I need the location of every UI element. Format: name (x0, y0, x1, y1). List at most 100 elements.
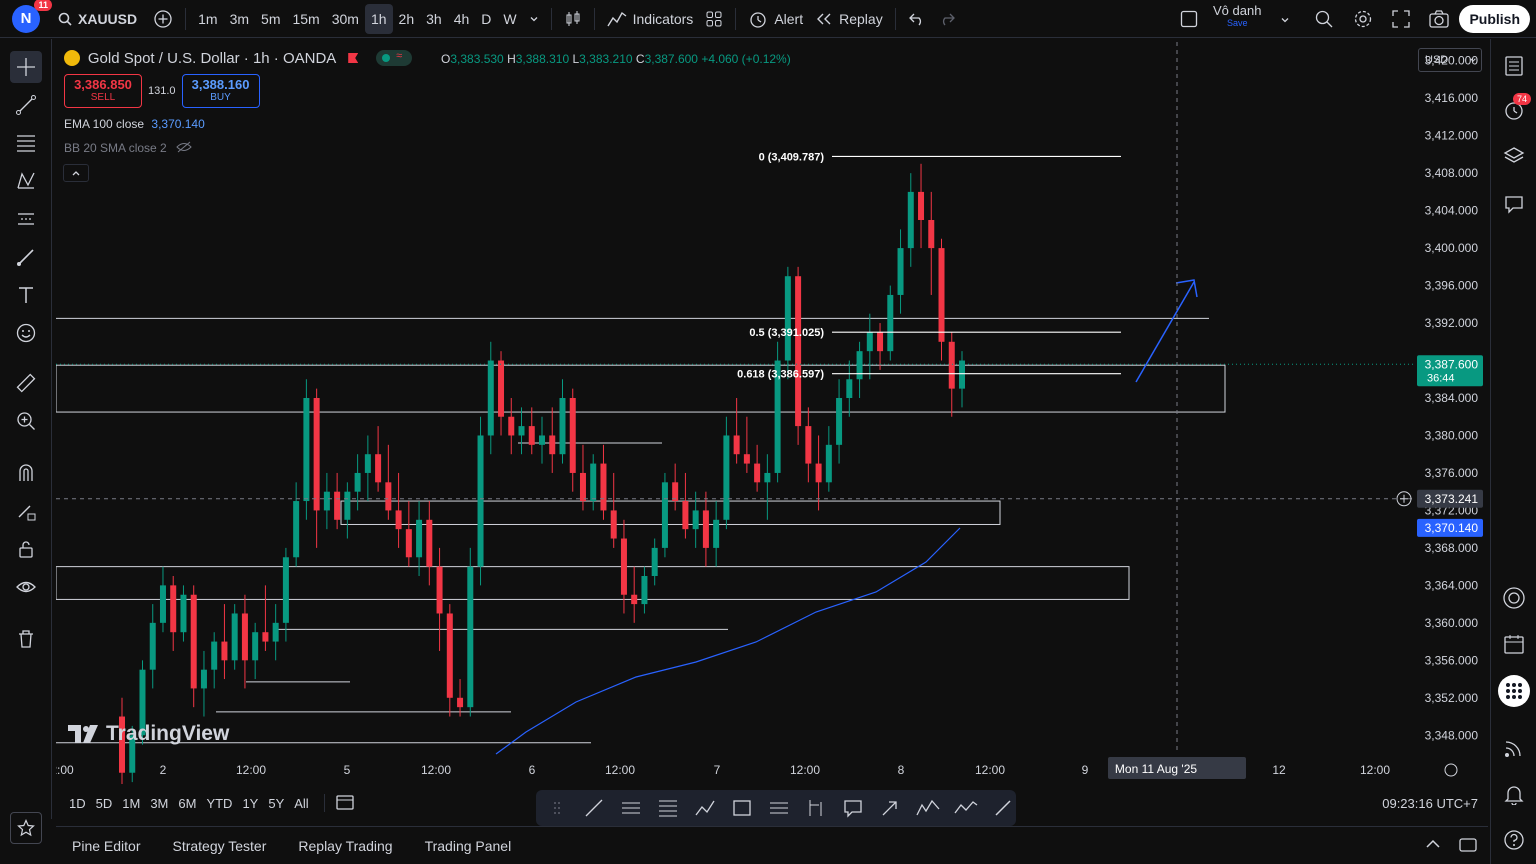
alerts-panel-button[interactable]: 74 (1499, 93, 1532, 125)
fib-tool[interactable] (10, 127, 42, 159)
templates-button[interactable] (699, 4, 729, 34)
date-range-button[interactable] (335, 793, 355, 814)
interval-1m[interactable]: 1m (192, 4, 223, 34)
symbol-title[interactable]: Gold Spot / U.S. Dollar · 1h · OANDA (88, 50, 336, 67)
magnet-tool[interactable] (10, 457, 42, 489)
snapshot-button[interactable] (1428, 9, 1450, 32)
tab-pine-editor[interactable]: Pine Editor (56, 838, 156, 854)
fav-brush[interactable] (991, 795, 1016, 821)
currency-selector[interactable]: USD (1418, 48, 1482, 72)
quick-search-button[interactable] (1314, 9, 1334, 32)
projection-tool[interactable] (10, 203, 42, 235)
buy-button[interactable]: 3,388.160 BUY (181, 74, 260, 108)
interval-dropdown-button[interactable] (523, 4, 545, 34)
fav-callout[interactable] (841, 795, 866, 821)
fav-rectangle[interactable] (729, 795, 754, 821)
interval-4h[interactable]: 4h (448, 4, 476, 34)
interval-1h[interactable]: 1h (364, 3, 393, 34)
text-tool[interactable] (10, 279, 42, 311)
sell-button[interactable]: 3,386.850 SELL (64, 74, 142, 108)
tab-strategy-tester[interactable]: Strategy Tester (156, 838, 282, 854)
crosshair-tool[interactable] (10, 51, 42, 83)
help-button[interactable] (1499, 825, 1529, 855)
price-chart[interactable]: 3,420.0003,416.0003,412.0003,408.0003,40… (56, 42, 1488, 784)
redo-button[interactable] (932, 4, 962, 34)
zoom-tool[interactable] (10, 405, 42, 437)
notifications-button[interactable] (1499, 779, 1529, 809)
eye-hidden-icon[interactable] (176, 141, 192, 153)
range-6m[interactable]: 6M (173, 788, 201, 818)
object-tree-button[interactable] (1499, 141, 1529, 171)
lock-drawings-tool[interactable] (10, 533, 42, 565)
brush-tool[interactable] (10, 241, 42, 273)
replay-button[interactable]: Replay (809, 4, 889, 34)
remove-drawings-tool[interactable] (10, 623, 42, 655)
user-avatar[interactable]: N 11 (12, 0, 52, 33)
streams-button[interactable] (1499, 733, 1529, 763)
range-5y[interactable]: 5Y (263, 788, 289, 818)
interval-3m[interactable]: 3m (224, 4, 255, 34)
fav-path[interactable] (692, 795, 717, 821)
hide-drawings-tool[interactable] (10, 571, 42, 603)
expand-panel-button[interactable] (1424, 837, 1442, 854)
interval-D[interactable]: D (475, 4, 497, 34)
indicators-button[interactable]: Indicators (601, 4, 700, 34)
symbol-search[interactable]: XAUUSD (48, 11, 147, 27)
candle-body (364, 454, 371, 473)
interval-30m[interactable]: 30m (326, 4, 365, 34)
emoji-tool[interactable] (10, 317, 42, 349)
pattern-tool[interactable] (10, 165, 42, 197)
interval-2h[interactable]: 2h (393, 4, 421, 34)
magnifier-icon (1315, 10, 1333, 28)
drag-handle[interactable] (544, 795, 569, 821)
fav-long-position[interactable] (804, 795, 829, 821)
measure-tool[interactable] (10, 367, 42, 399)
interval-W[interactable]: W (497, 4, 522, 34)
tab-trading-panel[interactable]: Trading Panel (409, 838, 528, 854)
range-1d[interactable]: 1D (64, 788, 91, 818)
chart-pane[interactable]: 3,420.000 3,416.000 3,412.000 3,408.000 3,40… (56, 42, 1488, 784)
publish-button[interactable]: Publish (1459, 5, 1530, 33)
interval-15m[interactable]: 15m (286, 4, 325, 34)
layout-toggle-button[interactable] (1180, 10, 1198, 31)
settings-button[interactable] (1353, 9, 1373, 32)
fav-elliott-wave[interactable] (915, 795, 941, 821)
layout-menu-button[interactable] (1280, 12, 1290, 28)
fav-horizontal-lines[interactable] (767, 795, 792, 821)
layout-name-button[interactable]: Vô danh Save (1213, 4, 1261, 30)
clock-time[interactable]: 09:23:16 UTC+7 (1382, 796, 1478, 811)
fav-fib-extension[interactable] (655, 795, 680, 821)
undo-button[interactable] (902, 4, 932, 34)
chats-button[interactable] (1499, 189, 1529, 219)
fullscreen-button[interactable] (1391, 9, 1411, 32)
favorites-toggle-button[interactable] (10, 812, 42, 844)
market-status-icon[interactable]: ≈ (376, 50, 413, 66)
tab-replay-trading[interactable]: Replay Trading (282, 838, 408, 854)
interval-5m[interactable]: 5m (255, 4, 286, 34)
range-1y[interactable]: 1Y (237, 788, 263, 818)
collapse-legend-button[interactable] (63, 164, 89, 182)
products-button[interactable] (1498, 675, 1530, 707)
stay-in-drawing-tool[interactable] (10, 495, 42, 527)
fav-trendline[interactable] (581, 795, 606, 821)
ema-indicator-legend[interactable]: EMA 100 close 3,370.140 (64, 117, 205, 131)
maximize-panel-button[interactable] (1458, 836, 1478, 857)
alert-button[interactable]: Alert (742, 4, 809, 34)
range-1m[interactable]: 1M (117, 788, 145, 818)
range-5d[interactable]: 5D (91, 788, 118, 818)
range-ytd[interactable]: YTD (201, 788, 237, 818)
interval-3h[interactable]: 3h (420, 4, 448, 34)
range-3m[interactable]: 3M (145, 788, 173, 818)
compare-symbol-button[interactable] (147, 4, 179, 34)
chart-type-button[interactable] (558, 4, 588, 34)
ideas-button[interactable] (1499, 583, 1529, 613)
fav-forecast[interactable] (953, 795, 979, 821)
watchlist-button[interactable] (1499, 51, 1529, 81)
range-all[interactable]: All (289, 788, 313, 818)
calendar-button[interactable] (1499, 629, 1529, 659)
fav-arrow[interactable] (878, 795, 903, 821)
broadcast-icon (1505, 741, 1521, 757)
trendline-tool[interactable] (10, 89, 42, 121)
fav-parallel-channel[interactable] (618, 795, 643, 821)
bb-indicator-legend[interactable]: BB 20 SMA close 2 (64, 141, 192, 155)
